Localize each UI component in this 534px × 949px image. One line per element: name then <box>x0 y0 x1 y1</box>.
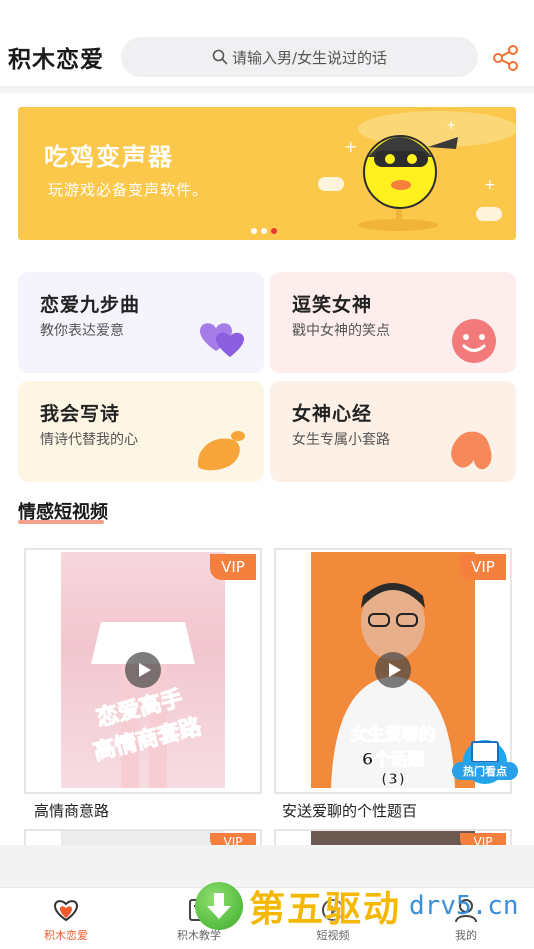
feature-card-funny[interactable]: 逗笑女神 戳中女神的笑点 <box>270 272 516 373</box>
card-subtitle: 女生专属小套路 <box>292 432 390 448</box>
card-title: 恋爱九步曲 <box>40 294 141 316</box>
video-caption[interactable]: 高情商意路 <box>34 800 109 821</box>
mascot-illustration: + + + <box>318 111 516 231</box>
card-subtitle: 戳中女神的笑点 <box>292 323 390 339</box>
vip-badge: VIP <box>210 554 256 580</box>
feature-card-love-steps[interactable]: 恋爱九步曲 教你表达爱意 <box>18 272 264 373</box>
hot-badge-label: 热门看点 <box>463 765 507 778</box>
banner-subtitle: 玩游戏必备变声软件。 <box>48 181 209 199</box>
hair-icon <box>451 431 492 470</box>
feature-card-poetry[interactable]: 我会写诗 情诗代替我的心 <box>18 381 264 482</box>
search-input[interactable]: 请输入男/女生说过的话 <box>121 37 478 77</box>
mango-icon <box>197 431 245 471</box>
smile-face-icon <box>452 319 496 363</box>
card-title: 逗笑女神 <box>292 294 373 316</box>
video-thumbnail: 女生爱聊的 6个话题 (3) <box>311 552 475 788</box>
watermark: 第五驱动 drv5.cn <box>195 880 519 932</box>
svg-text:+: + <box>344 137 357 156</box>
tab-label: 积木恋爱 <box>44 929 88 942</box>
video-thumbnail: 恋爱高手 高情商套路 <box>61 552 225 788</box>
card-title: 女神心经 <box>292 403 373 425</box>
hearts-icon <box>200 323 244 357</box>
svg-text:+: + <box>484 177 496 193</box>
video-overlay-text: 女生爱聊的 6个话题 (3) <box>350 725 436 789</box>
watermark-domain: drv5.cn <box>409 891 519 921</box>
carousel-dot[interactable] <box>251 228 257 234</box>
vip-badge: VIP <box>460 554 506 580</box>
carousel-dot-active[interactable] <box>271 228 277 234</box>
header-divider <box>0 86 534 94</box>
svg-text:+: + <box>446 118 456 132</box>
play-icon[interactable] <box>375 652 411 688</box>
banner-title: 吃鸡变声器 <box>44 143 174 171</box>
header: 积木恋爱 请输入男/女生说过的话 <box>0 0 534 86</box>
watermark-text: 第五驱动 <box>249 889 402 930</box>
card-subtitle: 情诗代替我的心 <box>40 432 138 448</box>
hot-badge[interactable]: 热门看点 <box>452 736 518 786</box>
search-placeholder: 请输入男/女生说过的话 <box>231 48 388 67</box>
search-icon <box>212 49 228 65</box>
video-caption[interactable]: 安送爱聊的个性题百 <box>282 800 417 821</box>
carousel-dot[interactable] <box>261 228 267 234</box>
share-icon[interactable] <box>492 44 520 72</box>
play-icon[interactable] <box>125 652 161 688</box>
app-title: 积木恋爱 <box>8 47 104 73</box>
card-subtitle: 教你表达爱意 <box>40 323 124 339</box>
promo-banner[interactable]: 吃鸡变声器 玩游戏必备变声软件。 + + + <box>18 107 516 240</box>
carousel-dots[interactable] <box>251 228 277 234</box>
feature-card-goddess[interactable]: 女神心经 女生专属小套路 <box>270 381 516 482</box>
tab-home[interactable]: 积木恋爱 <box>26 896 106 948</box>
section-title: 情感短视频 <box>18 502 108 523</box>
download-arrow-icon <box>195 882 243 930</box>
video-card[interactable]: 恋爱高手 高情商套路 VIP <box>24 548 262 794</box>
card-title: 我会写诗 <box>40 403 121 425</box>
heart-icon <box>53 900 79 922</box>
